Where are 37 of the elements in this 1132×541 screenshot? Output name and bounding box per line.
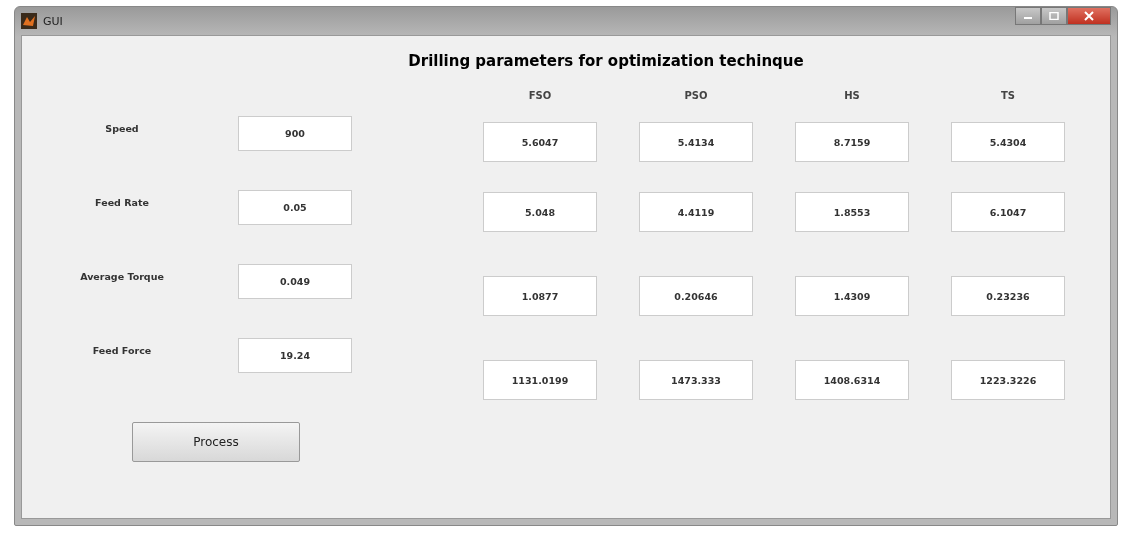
input-field[interactable]: 0.05 xyxy=(238,190,352,225)
result-field: 8.7159 xyxy=(795,122,909,162)
result-field: 1.4309 xyxy=(795,276,909,316)
column-heading: FSO xyxy=(528,90,552,103)
result-field: 5.048 xyxy=(483,192,597,232)
result-field: 0.23236 xyxy=(951,276,1065,316)
maximize-icon xyxy=(1048,12,1060,20)
result-field: 6.1047 xyxy=(951,192,1065,232)
result-field: 1223.3226 xyxy=(951,360,1065,400)
result-field: 1408.6314 xyxy=(795,360,909,400)
result-field: 1131.0199 xyxy=(483,360,597,400)
field-label: Feed Rate xyxy=(94,196,150,208)
field-label: Feed Force xyxy=(91,344,153,356)
column-heading: PSO xyxy=(684,90,708,103)
result-field: 1473.333 xyxy=(639,360,753,400)
input-field[interactable]: 19.24 xyxy=(238,338,352,373)
input-field[interactable]: 900 xyxy=(238,116,352,151)
result-field: 5.6047 xyxy=(483,122,597,162)
minimize-button[interactable] xyxy=(1015,7,1041,25)
process-button[interactable]: Process xyxy=(132,422,300,462)
field-label: Average Torque xyxy=(79,270,165,282)
result-field: 5.4304 xyxy=(951,122,1065,162)
result-field: 4.4119 xyxy=(639,192,753,232)
result-field: 5.4134 xyxy=(639,122,753,162)
window-title: GUI xyxy=(43,14,63,28)
result-field: 0.20646 xyxy=(639,276,753,316)
close-button[interactable] xyxy=(1067,7,1111,25)
app-icon xyxy=(21,13,37,29)
column-heading: TS xyxy=(1001,90,1015,103)
result-field: 1.8553 xyxy=(795,192,909,232)
input-field[interactable]: 0.049 xyxy=(238,264,352,299)
form-heading: Drilling parameters for optimization techinque xyxy=(407,52,805,70)
result-field: 1.0877 xyxy=(483,276,597,316)
column-heading: HS xyxy=(844,90,860,103)
close-icon xyxy=(1083,11,1095,21)
maximize-button[interactable] xyxy=(1041,7,1067,25)
field-label: Speed xyxy=(104,122,140,134)
